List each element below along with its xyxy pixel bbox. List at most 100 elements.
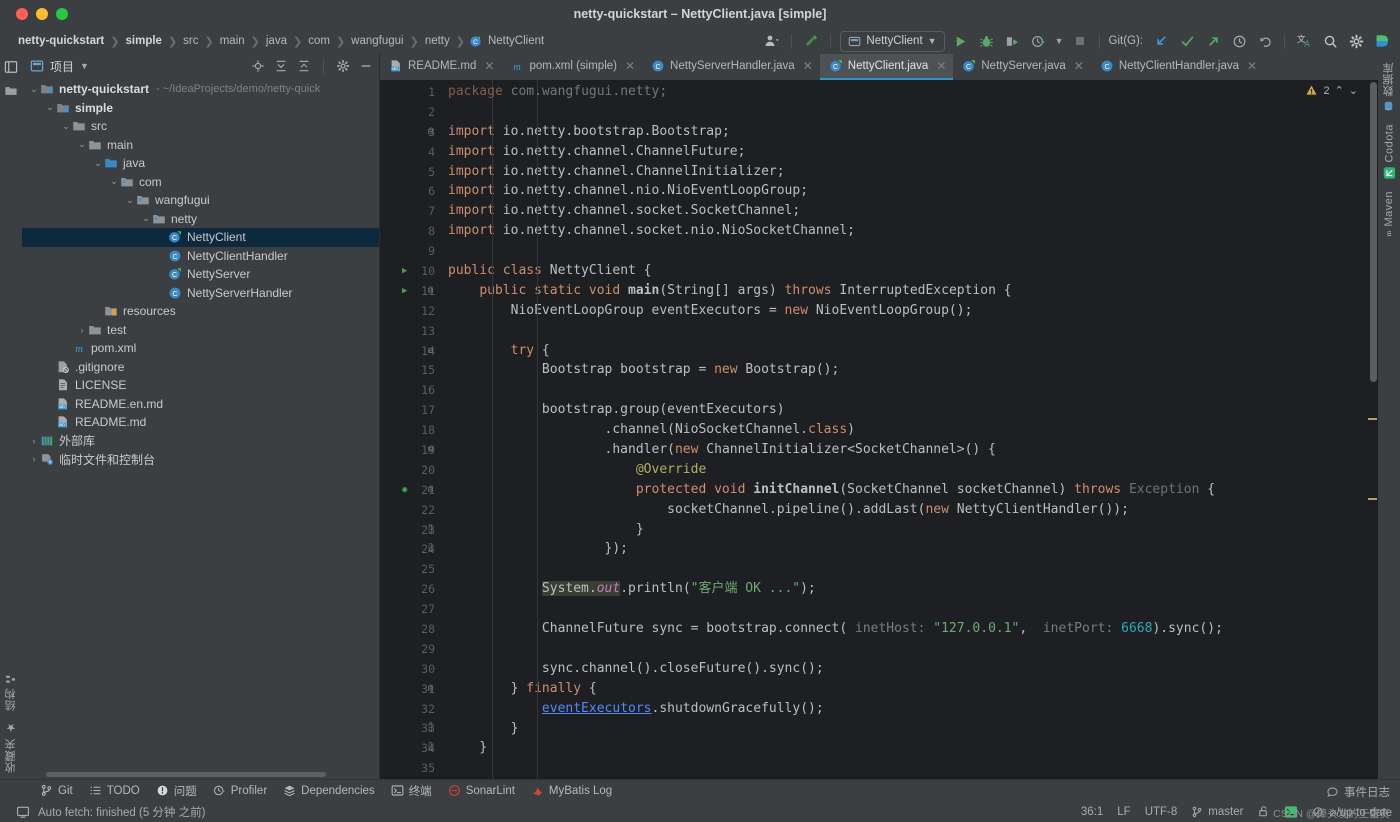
- code-line-19[interactable]: .handler(new ChannelInitializer<SocketCh…: [442, 440, 1366, 460]
- fold-collapse-icon[interactable]: ⊟: [426, 127, 435, 137]
- breadcrumb-item-1[interactable]: simple: [124, 35, 164, 47]
- code-line-6[interactable]: import io.netty.channel.nio.NioEventLoop…: [442, 181, 1366, 201]
- tree-node-nettyserver[interactable]: C NettyServer: [22, 265, 379, 284]
- close-tab-icon[interactable]: ✕: [936, 59, 946, 73]
- chevron-down-icon[interactable]: ⌄: [108, 176, 120, 187]
- editor-code[interactable]: package com.wangfugui.netty; import io.ne…: [442, 80, 1366, 779]
- gear-icon[interactable]: [336, 59, 350, 73]
- window-controls[interactable]: [0, 8, 68, 20]
- chevron-down-icon[interactable]: ⌄: [140, 213, 152, 224]
- fold-collapse-icon[interactable]: ⊟: [426, 286, 435, 296]
- gear-icon[interactable]: [1346, 31, 1366, 51]
- project-tree[interactable]: ⌄ netty-quickstart - ~/IdeaProjects/demo/n…: [22, 78, 379, 779]
- intention-bulb-icon[interactable]: ◉: [402, 485, 407, 495]
- code-line-5[interactable]: import io.netty.channel.ChannelInitializ…: [442, 162, 1366, 182]
- fold-end-icon[interactable]: ⌷: [426, 743, 435, 753]
- gutter-line-35[interactable]: 35: [380, 758, 442, 778]
- run-icon[interactable]: [951, 31, 971, 51]
- editor-scrollbar-thumb[interactable]: [1370, 82, 1377, 382]
- breadcrumb-item-2[interactable]: src: [181, 35, 200, 47]
- search-everywhere-icon[interactable]: [1320, 31, 1340, 51]
- gutter-line-6[interactable]: 6: [380, 181, 442, 201]
- run-configuration-selector[interactable]: NettyClient ▼: [840, 30, 945, 52]
- tree-node-nettyclient[interactable]: C NettyClient: [22, 228, 379, 247]
- code-line-13[interactable]: [442, 321, 1366, 341]
- chevron-down-icon[interactable]: ⌄: [92, 158, 104, 169]
- gutter-line-5[interactable]: 5: [380, 162, 442, 182]
- editor-tab-nettyserver-java[interactable]: C NettyServer.java ✕: [953, 54, 1090, 80]
- bottom-tool-window-bar[interactable]: Git TODO 问题 Profiler Dependencies 终端 SonarLint…: [0, 779, 1400, 801]
- zoom-window-button[interactable]: [56, 8, 68, 20]
- editor-tab-pom-xml-simple-[interactable]: m pom.xml (simple) ✕: [501, 54, 642, 80]
- code-line-10[interactable]: public class NettyClient {: [442, 261, 1366, 281]
- editor-tab-nettyclient-java[interactable]: C NettyClient.java ✕: [819, 54, 954, 80]
- code-line-4[interactable]: import io.netty.channel.ChannelFuture;: [442, 142, 1366, 162]
- gutter-line-10[interactable]: ▶ 10: [380, 261, 442, 281]
- gutter-line-15[interactable]: 15: [380, 360, 442, 380]
- gutter-line-17[interactable]: 17: [380, 400, 442, 420]
- minimize-window-button[interactable]: [36, 8, 48, 20]
- line-separator[interactable]: LF: [1117, 806, 1130, 818]
- editor-tab-nettyclienthandler-java[interactable]: C NettyClientHandler.java ✕: [1091, 54, 1264, 80]
- next-problem-button[interactable]: ⌄: [1349, 84, 1358, 97]
- chevron-down-icon[interactable]: ▼: [1055, 36, 1064, 46]
- debug-icon[interactable]: [977, 31, 997, 51]
- tree-node-nettyserverhandler[interactable]: C NettyServerHandler: [22, 284, 379, 303]
- code-line-2[interactable]: [442, 102, 1366, 122]
- fold-end-icon[interactable]: ⌷: [426, 525, 435, 535]
- gutter-line-32[interactable]: 32: [380, 699, 442, 719]
- structure-folder-icon[interactable]: [4, 84, 18, 98]
- breadcrumb[interactable]: netty-quickstart ❯ simple ❯ src ❯ main ❯…: [16, 35, 546, 48]
- tree-node-test[interactable]: › test: [22, 321, 379, 340]
- tree-node--[interactable]: › 临时文件和控制台: [22, 450, 379, 469]
- gutter-line-34[interactable]: ⌷ 34: [380, 738, 442, 758]
- code-line-1[interactable]: package com.wangfugui.netty;: [442, 82, 1366, 102]
- editor-tab-readme-md[interactable]: MD README.md ✕: [380, 54, 501, 80]
- gutter-line-18[interactable]: 18: [380, 420, 442, 440]
- tree-node-pom-xml[interactable]: m pom.xml: [22, 339, 379, 358]
- push-arrow-icon[interactable]: [1203, 31, 1223, 51]
- code-line-34[interactable]: }: [442, 738, 1366, 758]
- bottom-tool-window-git[interactable]: Git: [40, 784, 73, 797]
- user-avatar-icon[interactable]: [762, 31, 782, 51]
- unlocked-icon[interactable]: [1257, 805, 1270, 818]
- rollback-icon[interactable]: [1255, 31, 1275, 51]
- close-tab-icon[interactable]: ✕: [803, 59, 813, 73]
- tree-node-license[interactable]: LICENSE: [22, 376, 379, 395]
- code-line-30[interactable]: sync.channel().closeFuture().sync();: [442, 659, 1366, 679]
- chevron-down-icon[interactable]: ⌄: [60, 121, 72, 132]
- tree-node-wangfugui[interactable]: ⌄ wangfugui: [22, 191, 379, 210]
- breadcrumb-item-7[interactable]: netty: [423, 35, 452, 47]
- tree-node-netty[interactable]: ⌄ netty: [22, 210, 379, 229]
- tree-node-java[interactable]: ⌄ java: [22, 154, 379, 173]
- fold-collapse-icon[interactable]: ⊟: [426, 346, 435, 356]
- code-line-26[interactable]: System.out.println("客户端 OK ...");: [442, 579, 1366, 599]
- chevron-right-icon[interactable]: ›: [28, 454, 40, 464]
- maven-tool-window-button[interactable]: m Maven: [1383, 191, 1395, 242]
- gutter-line-3[interactable]: ⊟ 3: [380, 122, 442, 142]
- code-line-23[interactable]: }: [442, 520, 1366, 540]
- code-line-28[interactable]: ChannelFuture sync = bootstrap.connect( …: [442, 619, 1366, 639]
- code-line-17[interactable]: bootstrap.group(eventExecutors): [442, 400, 1366, 420]
- code-line-3[interactable]: import io.netty.bootstrap.Bootstrap;: [442, 122, 1366, 142]
- bottom-tool-window-sonarlint[interactable]: SonarLint: [448, 784, 515, 797]
- code-line-27[interactable]: [442, 599, 1366, 619]
- gutter-line-13[interactable]: 13: [380, 321, 442, 341]
- tree-node-resources[interactable]: resources: [22, 302, 379, 321]
- code-line-14[interactable]: try {: [442, 341, 1366, 361]
- locate-icon[interactable]: [251, 59, 265, 73]
- hammer-icon[interactable]: [801, 31, 821, 51]
- code-line-9[interactable]: [442, 241, 1366, 261]
- gutter-line-1[interactable]: 1: [380, 82, 442, 102]
- close-window-button[interactable]: [16, 8, 28, 20]
- chevron-down-icon[interactable]: ▼: [80, 61, 89, 71]
- gutter-line-33[interactable]: ⌷ 33: [380, 719, 442, 739]
- bottom-tool-window-终端[interactable]: 终端: [391, 783, 432, 799]
- project-tree-horizontal-scrollbar[interactable]: [46, 772, 326, 777]
- tree-node-main[interactable]: ⌄ main: [22, 136, 379, 155]
- previous-problem-button[interactable]: ⌃: [1335, 84, 1344, 97]
- code-line-11[interactable]: public static void main(String[] args) t…: [442, 281, 1366, 301]
- fold-end-icon[interactable]: ⌷: [426, 544, 435, 554]
- bottom-tool-window-mybatis-log[interactable]: MyBatis Log: [531, 784, 612, 797]
- code-line-31[interactable]: } finally {: [442, 679, 1366, 699]
